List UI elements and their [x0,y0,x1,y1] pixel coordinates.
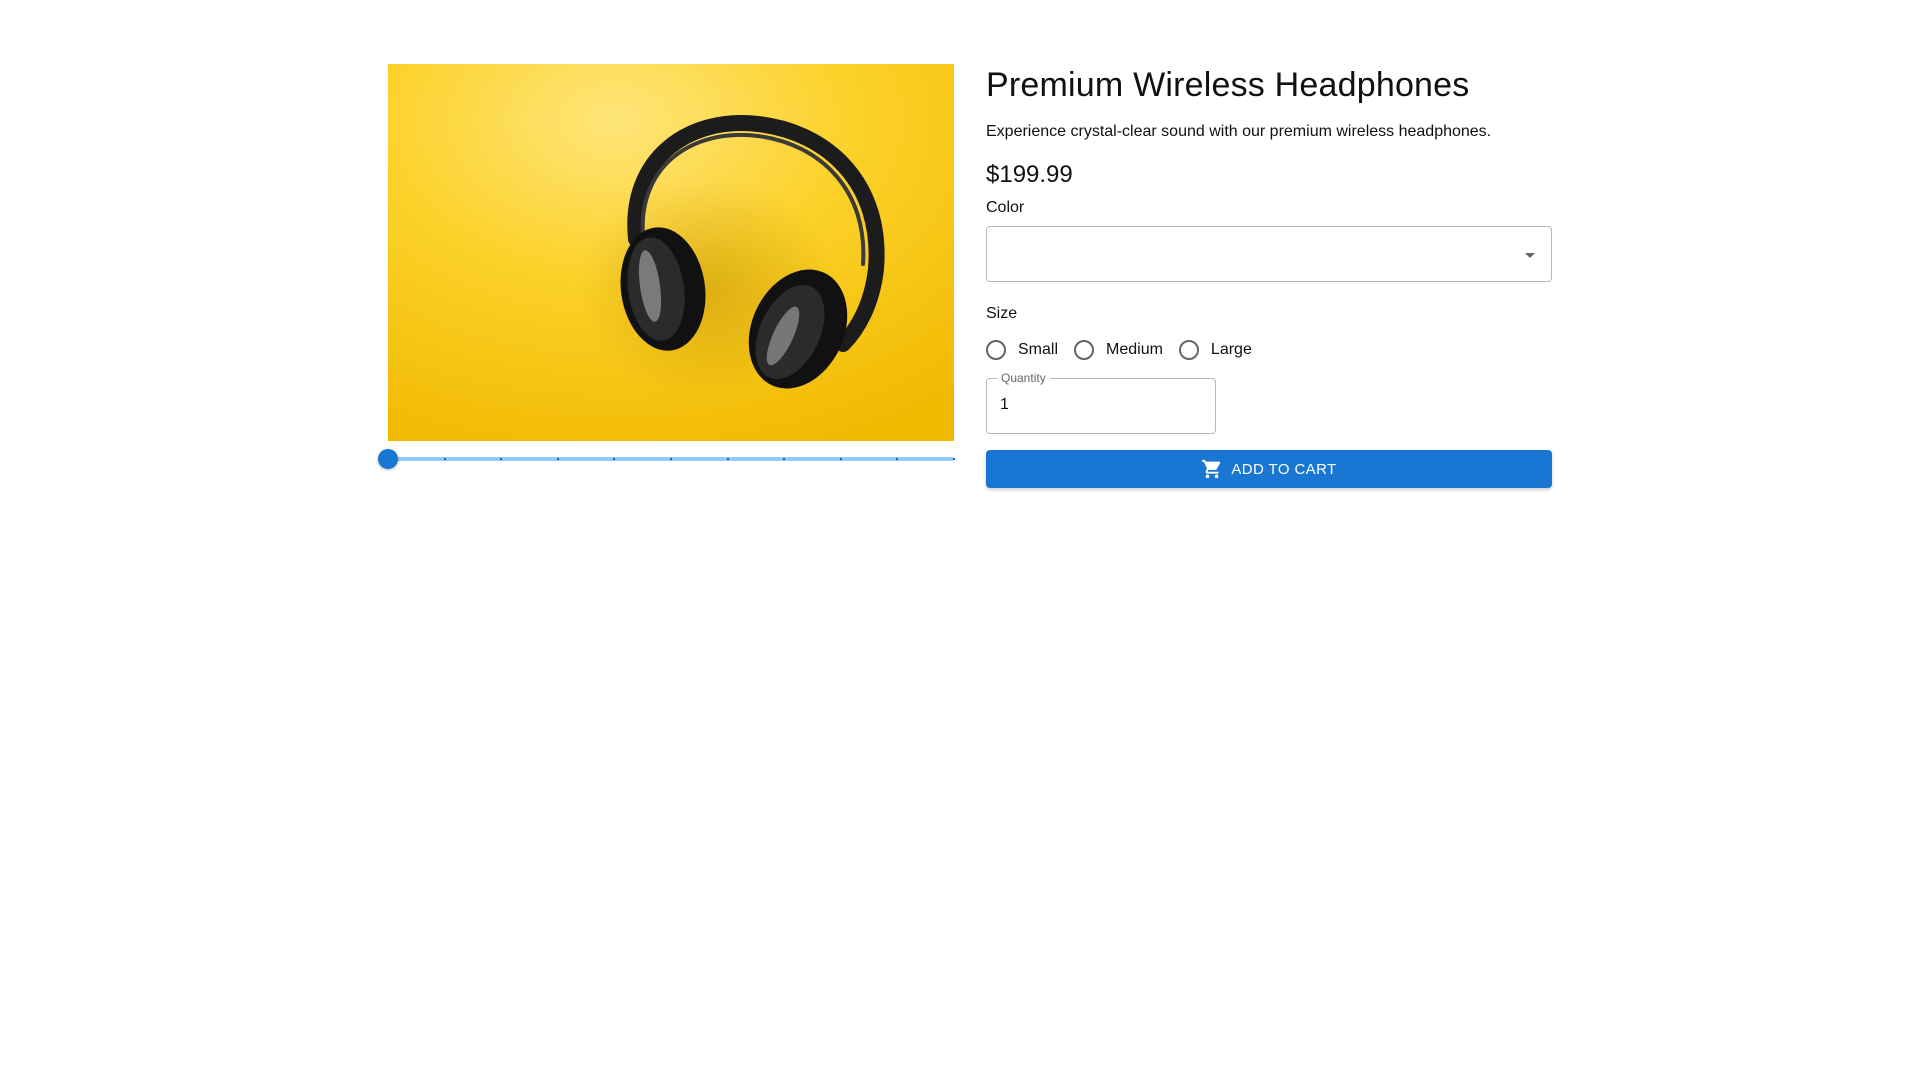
slider-tick [556,458,559,460]
slider-tick [783,458,786,460]
size-label: Size [986,305,1018,322]
add-to-cart-button[interactable]: ADD TO CART [986,450,1552,488]
size-option-label: Medium [1106,341,1163,358]
product-page: Premium Wireless Headphones Experience c… [0,0,1920,1080]
color-select[interactable] [986,226,1552,282]
slider-tick [839,458,842,460]
slider-tick [953,458,955,460]
slider-tick [726,458,729,460]
size-option-label: Large [1210,341,1252,358]
size-option-label: Small [1018,341,1059,358]
slider-tick [613,458,616,460]
slider-tick [500,458,503,460]
image-slider[interactable] [378,441,955,477]
product-description: Experience crystal-clear sound with our … [986,123,1492,140]
product-title: Premium Wireless Headphones [986,66,1470,104]
quantity-label: Quantity [997,371,1050,385]
product-price: $199.99 [986,161,1073,188]
product-image [388,64,954,441]
product-gallery [378,64,955,477]
slider-thumb[interactable] [378,449,398,469]
product-details: Premium Wireless Headphones Experience c… [986,64,1552,488]
chevron-down-icon [1525,253,1535,258]
add-to-cart-label: ADD TO CART [1231,460,1337,478]
slider-tick [670,458,672,460]
quantity-field[interactable]: Quantity [986,371,1216,434]
size-radio-group: Small Medium Large [986,338,1552,362]
color-label: Color [986,199,1025,216]
slider-tick [896,458,899,460]
radio-button[interactable] [986,340,1006,360]
radio-button[interactable] [1074,340,1095,360]
cart-icon [1202,459,1221,479]
slider-tick [443,458,446,460]
size-option-small[interactable]: Small [986,340,1058,360]
size-option-large[interactable]: Large [1178,340,1252,360]
size-option-medium[interactable]: Medium [1074,340,1163,360]
radio-button[interactable] [1178,340,1199,360]
quantity-input[interactable] [1000,393,1200,417]
